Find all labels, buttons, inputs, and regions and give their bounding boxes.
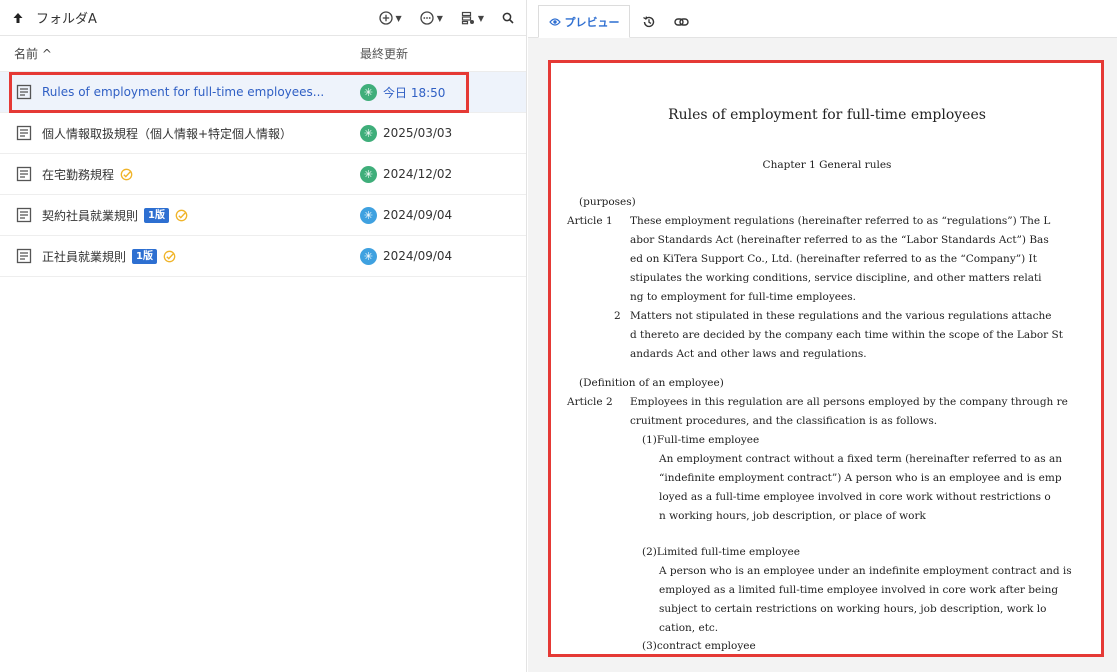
document-line: andards Act and other laws and regulatio… [630,348,867,360]
document-icon [16,248,32,268]
file-row[interactable]: Rules of employment for full-time employ… [0,72,526,113]
tab-preview-label: プレビュー [564,15,620,29]
file-date: ✳ 今日 18:50 [360,83,446,101]
file-date-text: 2025/03/03 [383,126,453,140]
document-line: stipulates the working conditions, servi… [630,272,1042,284]
link-icon [673,17,689,26]
file-row[interactable]: 正社員就業規則 1版 ✳ 2024/09/04 [0,236,526,277]
file-name-text: 正社員就業規則 [42,249,127,264]
chevron-down-icon: ▼ [477,13,484,23]
version-badge: 1版 [132,248,157,264]
document-line: ng to employment for full-time employees… [630,291,856,303]
file-date: ✳ 2024/12/02 [360,165,453,183]
check-circle-icon [163,250,176,263]
check-circle-icon [120,168,133,181]
file-list-pane: フォルダA ▼ ▼ ▼ 名前 ^ 最終更新 Rules of employmen… [0,0,527,672]
history-icon [643,15,655,27]
document-line: These employment regulations (hereinafte… [630,215,1051,227]
file-list: Rules of employment for full-time employ… [0,72,526,277]
document-line: “indefinite employment contract”) A pers… [659,472,1062,484]
document-line: cruitment procedures, and the classifica… [630,415,938,427]
folder-toolbar: フォルダA ▼ ▼ ▼ [0,0,526,36]
file-name-text: Rules of employment for full-time employ… [42,85,325,99]
document-line: 2 [614,310,621,322]
document-line: (1)Full-time employee [642,434,760,446]
file-name-text: 個人情報取扱規程（個人情報+特定個人情報） [42,126,293,141]
file-date: ✳ 2025/03/03 [360,124,453,142]
document-line: abor Standards Act (hereinafter referred… [630,234,1049,246]
file-row[interactable]: 契約社員就業規則 1版 ✳ 2024/09/04 [0,195,526,236]
file-row[interactable]: 個人情報取扱規程（個人情報+特定個人情報） ✳ 2025/03/03 [0,113,526,154]
file-date: ✳ 2024/09/04 [360,247,453,265]
file-name: 契約社員就業規則 1版 [42,207,188,224]
document-line: employed as a limited full-time employee… [659,584,1059,596]
tab-history[interactable] [638,5,660,38]
tab-preview[interactable]: プレビュー [538,5,630,38]
file-name: 正社員就業規則 1版 [42,248,176,265]
version-badge: 1版 [144,207,169,223]
document-title: Rules of employment for full-time employ… [668,107,986,123]
document-line: (purposes) [579,196,636,208]
document-line: loyed as a full-time employee involved i… [659,491,1051,503]
document-line: Article 2 [567,396,613,408]
user-avatar-icon: ✳ [360,124,377,142]
add-button[interactable]: ▼ [378,11,402,25]
document-line: subject to certain restrictions on worki… [659,603,1047,615]
column-last-modified[interactable]: 最終更新 [360,45,408,62]
user-avatar-icon: ✳ [360,247,377,265]
document-icon [16,84,32,104]
document-icon [16,207,32,227]
file-name: Rules of employment for full-time employ… [42,85,324,99]
document-line: Matters not stipulated in these regulati… [630,310,1052,322]
storage-button[interactable]: ▼ [461,11,484,25]
user-avatar-icon: ✳ [360,165,377,183]
file-date-text: 今日 18:50 [383,85,446,100]
user-avatar-icon: ✳ [360,206,377,224]
document-line: ed on KiTera Support Co., Ltd. (hereinaf… [630,253,1037,265]
chapter-heading: Chapter 1 General rules [762,159,892,171]
storage-settings-icon [461,11,474,25]
document-line: Employees in this regulation are all per… [630,396,1068,408]
document-line: A person who is an employee under an ind… [659,565,1072,577]
search-icon [502,12,514,24]
chevron-down-icon: ▼ [395,13,402,23]
sort-by-name[interactable]: 名前 ^ [14,45,52,62]
file-date-text: 2024/09/04 [383,208,453,222]
file-date: ✳ 2024/09/04 [360,206,453,224]
more-button[interactable]: ▼ [420,11,443,25]
document-line: (2)Limited full-time employee [642,546,800,558]
file-name-text: 在宅勤務規程 [42,167,115,182]
eye-icon [548,17,561,26]
app-window: フォルダA ▼ ▼ ▼ 名前 ^ 最終更新 Rules of employmen… [0,0,1117,672]
tab-link[interactable] [670,5,692,38]
document-line: d thereto are decided by the company eac… [630,329,1063,341]
check-circle-icon [175,209,188,222]
preview-pane: プレビュー Rules of employment for full-time … [528,0,1117,672]
document-line: (3)contract employee [642,640,756,652]
file-date-text: 2024/09/04 [383,249,453,263]
document-line: cation, etc. [659,622,719,634]
search-button[interactable] [502,12,514,24]
document-line: An employment contract without a fixed t… [659,453,1062,465]
document-line: Article 1 [567,215,613,227]
document-preview[interactable]: Rules of employment for full-time employ… [548,60,1104,657]
preview-tabs: プレビュー [528,0,1117,38]
more-circle-icon [420,11,434,25]
column-header: 名前 ^ 最終更新 [0,36,526,72]
file-name: 在宅勤務規程 [42,166,133,183]
document-line: (Definition of an employee) [579,377,724,389]
folder-name: フォルダA [36,12,97,27]
file-date-text: 2024/12/02 [383,167,453,181]
file-name: 個人情報取扱規程（個人情報+特定個人情報） [42,125,292,142]
file-row[interactable]: 在宅勤務規程 ✳ 2024/12/02 [0,154,526,195]
user-avatar-icon: ✳ [360,83,377,101]
add-circle-icon [378,11,393,25]
document-icon [16,125,32,145]
document-line: n working hours, job description, or pla… [659,510,926,522]
up-arrow-icon[interactable] [10,10,26,26]
file-name-text: 契約社員就業規則 [42,208,139,223]
document-icon [16,166,32,186]
chevron-down-icon: ▼ [436,13,443,23]
